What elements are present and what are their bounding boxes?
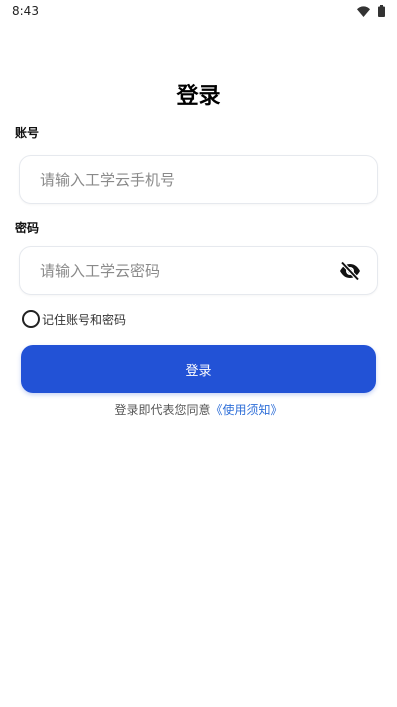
- agreement-text: 登录即代表您同意: [114, 403, 211, 417]
- account-input-box[interactable]: [19, 155, 378, 204]
- status-bar: 8:43: [0, 0, 397, 24]
- password-label: 密码: [15, 221, 40, 235]
- account-input[interactable]: [40, 156, 340, 203]
- terms-link[interactable]: 《使用须知》: [211, 403, 283, 417]
- agreement: 登录即代表您同意《使用须知》: [0, 401, 397, 418]
- password-input[interactable]: [40, 247, 340, 294]
- battery-icon: [378, 5, 385, 17]
- status-time: 8:43: [12, 4, 39, 18]
- remember-label[interactable]: 记住账号和密码: [42, 311, 126, 328]
- login-button[interactable]: 登录: [21, 345, 376, 393]
- page-title: 登录: [176, 84, 221, 109]
- status-icons: [357, 5, 385, 17]
- remember-row[interactable]: 记住账号和密码: [22, 310, 126, 328]
- password-input-box[interactable]: [19, 246, 378, 295]
- remember-radio[interactable]: [22, 310, 40, 328]
- eye-off-icon[interactable]: [339, 261, 361, 281]
- account-label: 账号: [15, 126, 40, 140]
- wifi-icon: [357, 5, 370, 17]
